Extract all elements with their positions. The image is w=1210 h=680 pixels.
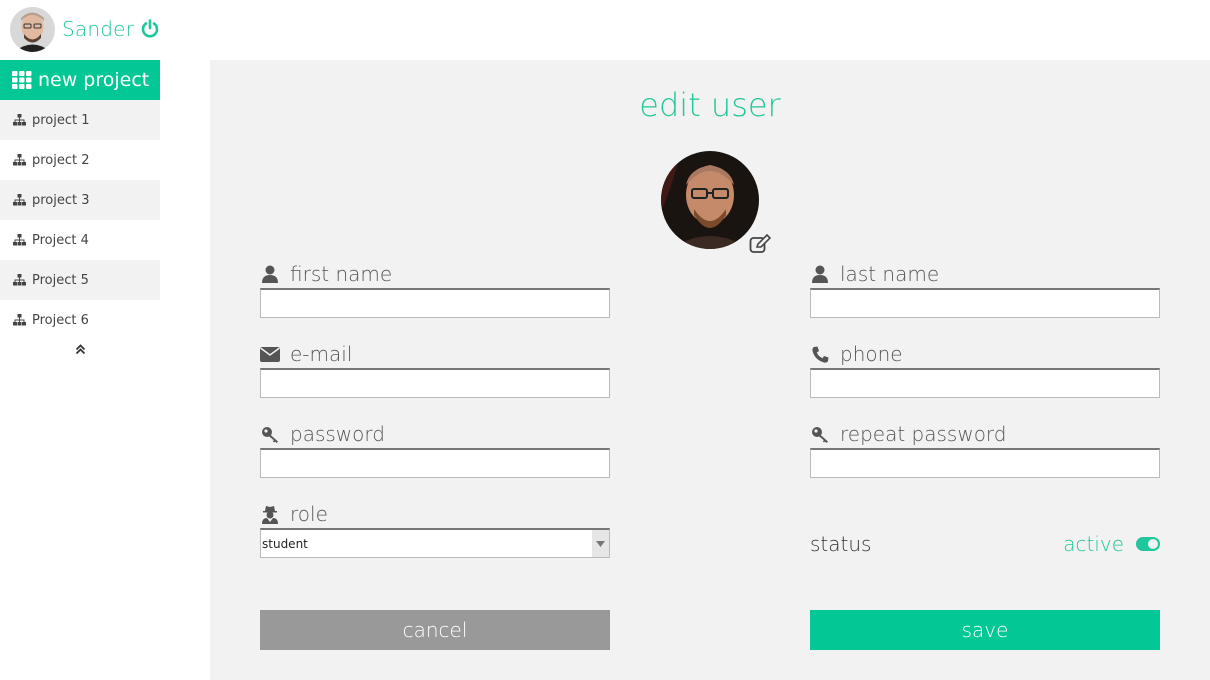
sidebar-item-project-2[interactable]: project 2 — [0, 140, 160, 180]
sidebar-item-label: Project 4 — [32, 232, 89, 248]
chevron-down-icon[interactable] — [592, 530, 609, 557]
role-field: role student — [260, 500, 610, 558]
last-name-field: last name — [810, 260, 1160, 318]
cancel-button[interactable]: cancel — [260, 610, 610, 650]
sidebar-item-project-4[interactable]: Project 4 — [0, 220, 160, 260]
last-name-input[interactable] — [810, 288, 1160, 318]
profile-avatar[interactable] — [661, 151, 759, 249]
toggle-knob — [1148, 539, 1158, 549]
project-list: project 1 project 2 project 3 Project 4 … — [0, 100, 160, 340]
sitemap-icon — [13, 314, 26, 326]
first-name-field: first name — [260, 260, 610, 318]
new-project-label: new project — [38, 69, 150, 91]
status-value: active — [1063, 532, 1124, 556]
user-name: Sander — [62, 17, 135, 41]
password-label: password — [290, 422, 385, 446]
sidebar-item-label: Project 6 — [32, 312, 89, 328]
status-toggle[interactable] — [1136, 537, 1160, 551]
user-icon — [260, 264, 280, 284]
role-selected-value: student — [262, 536, 308, 551]
sitemap-icon — [13, 154, 26, 166]
sidebar-item-project-3[interactable]: project 3 — [0, 180, 160, 220]
repeat-password-input[interactable] — [810, 448, 1160, 478]
role-label: role — [290, 502, 328, 526]
sitemap-icon — [13, 274, 26, 286]
page-title: edit user — [639, 86, 781, 124]
phone-field: phone — [810, 340, 1160, 398]
password-input[interactable] — [260, 448, 610, 478]
first-name-input[interactable] — [260, 288, 610, 318]
sidebar-item-project-1[interactable]: project 1 — [0, 100, 160, 140]
key-icon — [260, 424, 280, 444]
grid-icon — [12, 71, 32, 89]
phone-label: phone — [840, 342, 903, 366]
edit-user-panel: edit user first name last name e-mail ph… — [210, 60, 1210, 680]
double-chevron-up-icon — [75, 344, 85, 355]
user-secret-icon — [260, 504, 280, 524]
repeat-password-field: repeat password — [810, 420, 1160, 478]
sidebar: new project project 1 project 2 project … — [0, 60, 160, 355]
sitemap-icon — [13, 234, 26, 246]
user-icon — [810, 264, 830, 284]
sitemap-icon — [13, 114, 26, 126]
edit-icon[interactable] — [749, 234, 771, 254]
last-name-label: last name — [840, 262, 940, 286]
envelope-icon — [260, 344, 280, 364]
password-field: password — [260, 420, 610, 478]
new-project-button[interactable]: new project — [0, 60, 160, 100]
avatar[interactable] — [10, 6, 55, 52]
phone-input[interactable] — [810, 368, 1160, 398]
role-select[interactable]: student — [260, 528, 610, 558]
sidebar-item-label: project 1 — [32, 112, 90, 128]
email-field: e-mail — [260, 340, 610, 398]
save-button[interactable]: save — [810, 610, 1160, 650]
first-name-label: first name — [290, 262, 393, 286]
sidebar-item-project-5[interactable]: Project 5 — [0, 260, 160, 300]
email-input[interactable] — [260, 368, 610, 398]
sidebar-item-project-6[interactable]: Project 6 — [0, 300, 160, 340]
key-icon — [810, 424, 830, 444]
phone-icon — [810, 344, 830, 364]
repeat-password-label: repeat password — [840, 422, 1007, 446]
sitemap-icon — [13, 194, 26, 206]
collapse-sidebar-button[interactable] — [0, 340, 160, 355]
email-label: e-mail — [290, 342, 353, 366]
user-header: Sander — [10, 6, 160, 52]
power-icon[interactable] — [140, 19, 160, 39]
status-row: status active — [810, 530, 1160, 558]
sidebar-item-label: project 2 — [32, 152, 90, 168]
status-label: status — [810, 532, 872, 556]
sidebar-item-label: project 3 — [32, 192, 90, 208]
sidebar-item-label: Project 5 — [32, 272, 89, 288]
